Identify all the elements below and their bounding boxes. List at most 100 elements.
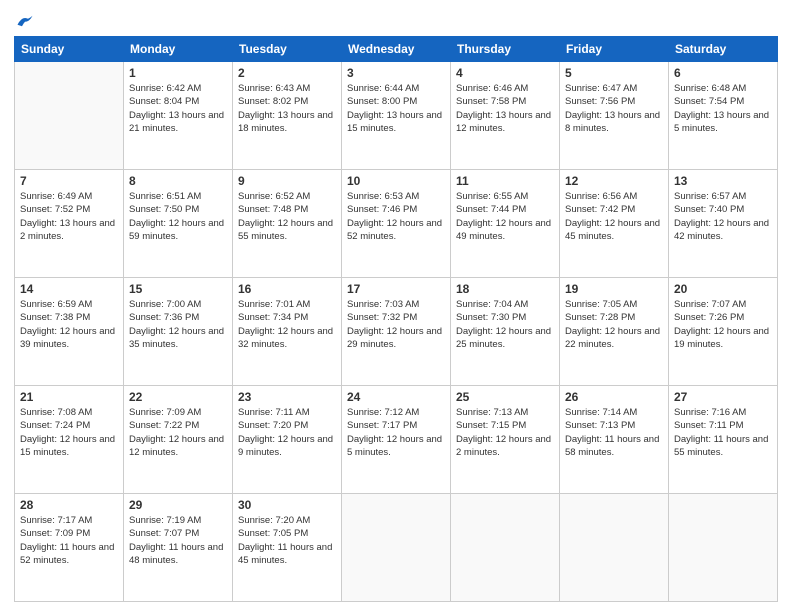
day-number: 6 [674,66,772,80]
day-cell: 28 Sunrise: 7:17 AMSunset: 7:09 PMDayligh… [15,494,124,602]
day-number: 29 [129,498,227,512]
day-number: 10 [347,174,445,188]
day-cell: 23 Sunrise: 7:11 AMSunset: 7:20 PMDayligh… [233,386,342,494]
week-row-2: 7Sunrise: 6:49 AMSunset: 7:52 PMDaylight… [15,170,778,278]
day-cell: 5 Sunrise: 6:47 AMSunset: 7:56 PMDaylight… [560,62,669,170]
day-cell: 8 Sunrise: 6:51 AMSunset: 7:50 PMDaylight… [124,170,233,278]
day-info: Sunrise: 6:59 AMSunset: 7:38 PMDaylight:… [20,298,118,351]
day-number: 5 [565,66,663,80]
logo [14,14,34,28]
day-cell: 21 Sunrise: 7:08 AMSunset: 7:24 PMDayligh… [15,386,124,494]
weekday-header-row: SundayMondayTuesdayWednesdayThursdayFrid… [15,37,778,62]
week-row-1: 1 Sunrise: 6:42 AMSunset: 8:04 PMDaylight… [15,62,778,170]
day-number: 26 [565,390,663,404]
day-info: Sunrise: 7:04 AMSunset: 7:30 PMDaylight:… [456,298,554,351]
day-info: Sunrise: 6:47 AMSunset: 7:56 PMDaylight:… [565,82,663,135]
day-info: Sunrise: 6:53 AMSunset: 7:46 PMDaylight:… [347,190,445,243]
day-info: Sunrise: 6:48 AMSunset: 7:54 PMDaylight:… [674,82,772,135]
day-cell: 7Sunrise: 6:49 AMSunset: 7:52 PMDaylight… [15,170,124,278]
day-number: 25 [456,390,554,404]
day-info: Sunrise: 7:00 AMSunset: 7:36 PMDaylight:… [129,298,227,351]
day-number: 16 [238,282,336,296]
day-cell [560,494,669,602]
day-cell [342,494,451,602]
day-info: Sunrise: 7:11 AMSunset: 7:20 PMDaylight:… [238,406,336,459]
page: SundayMondayTuesdayWednesdayThursdayFrid… [0,0,792,612]
day-info: Sunrise: 6:44 AMSunset: 8:00 PMDaylight:… [347,82,445,135]
week-row-3: 14 Sunrise: 6:59 AMSunset: 7:38 PMDayligh… [15,278,778,386]
day-cell: 9 Sunrise: 6:52 AMSunset: 7:48 PMDaylight… [233,170,342,278]
day-number: 9 [238,174,336,188]
weekday-header-friday: Friday [560,37,669,62]
day-info: Sunrise: 7:19 AMSunset: 7:07 PMDaylight:… [129,514,227,567]
day-info: Sunrise: 6:57 AMSunset: 7:40 PMDaylight:… [674,190,772,243]
day-cell: 20 Sunrise: 7:07 AMSunset: 7:26 PMDayligh… [669,278,778,386]
day-info: Sunrise: 7:08 AMSunset: 7:24 PMDaylight:… [20,406,118,459]
week-row-4: 21 Sunrise: 7:08 AMSunset: 7:24 PMDayligh… [15,386,778,494]
header [14,10,778,28]
day-info: Sunrise: 6:55 AMSunset: 7:44 PMDaylight:… [456,190,554,243]
day-cell: 4Sunrise: 6:46 AMSunset: 7:58 PMDaylight… [451,62,560,170]
day-info: Sunrise: 6:51 AMSunset: 7:50 PMDaylight:… [129,190,227,243]
weekday-header-monday: Monday [124,37,233,62]
day-cell: 24 Sunrise: 7:12 AMSunset: 7:17 PMDayligh… [342,386,451,494]
day-cell: 17 Sunrise: 7:03 AMSunset: 7:32 PMDayligh… [342,278,451,386]
day-number: 14 [20,282,118,296]
day-info: Sunrise: 7:01 AMSunset: 7:34 PMDaylight:… [238,298,336,351]
day-cell: 15Sunrise: 7:00 AMSunset: 7:36 PMDayligh… [124,278,233,386]
day-cell: 2 Sunrise: 6:43 AMSunset: 8:02 PMDaylight… [233,62,342,170]
day-info: Sunrise: 6:43 AMSunset: 8:02 PMDaylight:… [238,82,336,135]
day-info: Sunrise: 7:12 AMSunset: 7:17 PMDaylight:… [347,406,445,459]
day-cell: 25 Sunrise: 7:13 AMSunset: 7:15 PMDayligh… [451,386,560,494]
day-cell: 19 Sunrise: 7:05 AMSunset: 7:28 PMDayligh… [560,278,669,386]
day-number: 19 [565,282,663,296]
day-info: Sunrise: 7:16 AMSunset: 7:11 PMDaylight:… [674,406,772,459]
day-cell: 11 Sunrise: 6:55 AMSunset: 7:44 PMDayligh… [451,170,560,278]
day-number: 23 [238,390,336,404]
day-cell: 30Sunrise: 7:20 AMSunset: 7:05 PMDayligh… [233,494,342,602]
day-cell: 27Sunrise: 7:16 AMSunset: 7:11 PMDayligh… [669,386,778,494]
day-number: 28 [20,498,118,512]
day-info: Sunrise: 7:13 AMSunset: 7:15 PMDaylight:… [456,406,554,459]
week-row-5: 28 Sunrise: 7:17 AMSunset: 7:09 PMDayligh… [15,494,778,602]
day-info: Sunrise: 7:09 AMSunset: 7:22 PMDaylight:… [129,406,227,459]
day-number: 2 [238,66,336,80]
day-info: Sunrise: 7:05 AMSunset: 7:28 PMDaylight:… [565,298,663,351]
day-number: 21 [20,390,118,404]
day-cell: 3Sunrise: 6:44 AMSunset: 8:00 PMDaylight… [342,62,451,170]
day-number: 11 [456,174,554,188]
weekday-header-tuesday: Tuesday [233,37,342,62]
day-info: Sunrise: 6:52 AMSunset: 7:48 PMDaylight:… [238,190,336,243]
weekday-header-thursday: Thursday [451,37,560,62]
day-info: Sunrise: 6:56 AMSunset: 7:42 PMDaylight:… [565,190,663,243]
day-info: Sunrise: 6:42 AMSunset: 8:04 PMDaylight:… [129,82,227,135]
day-cell [451,494,560,602]
weekday-header-saturday: Saturday [669,37,778,62]
day-number: 7 [20,174,118,188]
day-number: 22 [129,390,227,404]
day-info: Sunrise: 7:17 AMSunset: 7:09 PMDaylight:… [20,514,118,567]
day-cell: 1 Sunrise: 6:42 AMSunset: 8:04 PMDaylight… [124,62,233,170]
day-number: 17 [347,282,445,296]
day-cell: 14 Sunrise: 6:59 AMSunset: 7:38 PMDayligh… [15,278,124,386]
day-number: 8 [129,174,227,188]
day-number: 12 [565,174,663,188]
day-number: 20 [674,282,772,296]
day-info: Sunrise: 7:03 AMSunset: 7:32 PMDaylight:… [347,298,445,351]
day-info: Sunrise: 7:07 AMSunset: 7:26 PMDaylight:… [674,298,772,351]
day-number: 24 [347,390,445,404]
day-info: Sunrise: 6:46 AMSunset: 7:58 PMDaylight:… [456,82,554,135]
day-number: 1 [129,66,227,80]
day-cell: 26Sunrise: 7:14 AMSunset: 7:13 PMDayligh… [560,386,669,494]
day-cell: 16 Sunrise: 7:01 AMSunset: 7:34 PMDayligh… [233,278,342,386]
day-cell: 18 Sunrise: 7:04 AMSunset: 7:30 PMDayligh… [451,278,560,386]
day-cell: 6 Sunrise: 6:48 AMSunset: 7:54 PMDaylight… [669,62,778,170]
day-number: 13 [674,174,772,188]
day-cell: 12 Sunrise: 6:56 AMSunset: 7:42 PMDayligh… [560,170,669,278]
day-cell: 29 Sunrise: 7:19 AMSunset: 7:07 PMDayligh… [124,494,233,602]
day-number: 18 [456,282,554,296]
logo-bird-icon [16,14,34,28]
day-cell [669,494,778,602]
weekday-header-wednesday: Wednesday [342,37,451,62]
day-number: 30 [238,498,336,512]
